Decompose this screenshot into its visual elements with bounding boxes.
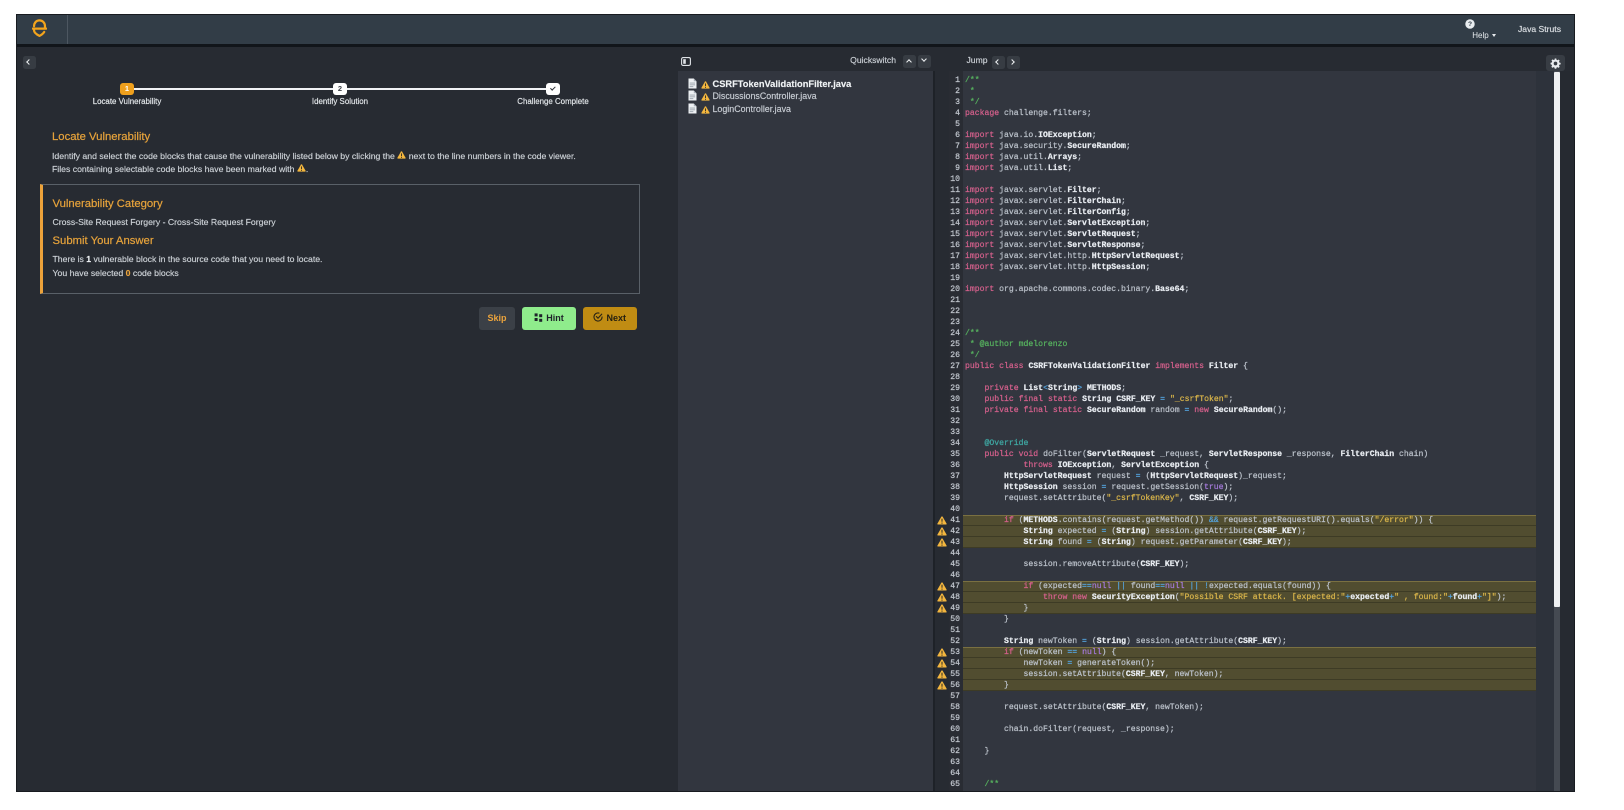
svg-text:?: ?	[1468, 21, 1472, 28]
